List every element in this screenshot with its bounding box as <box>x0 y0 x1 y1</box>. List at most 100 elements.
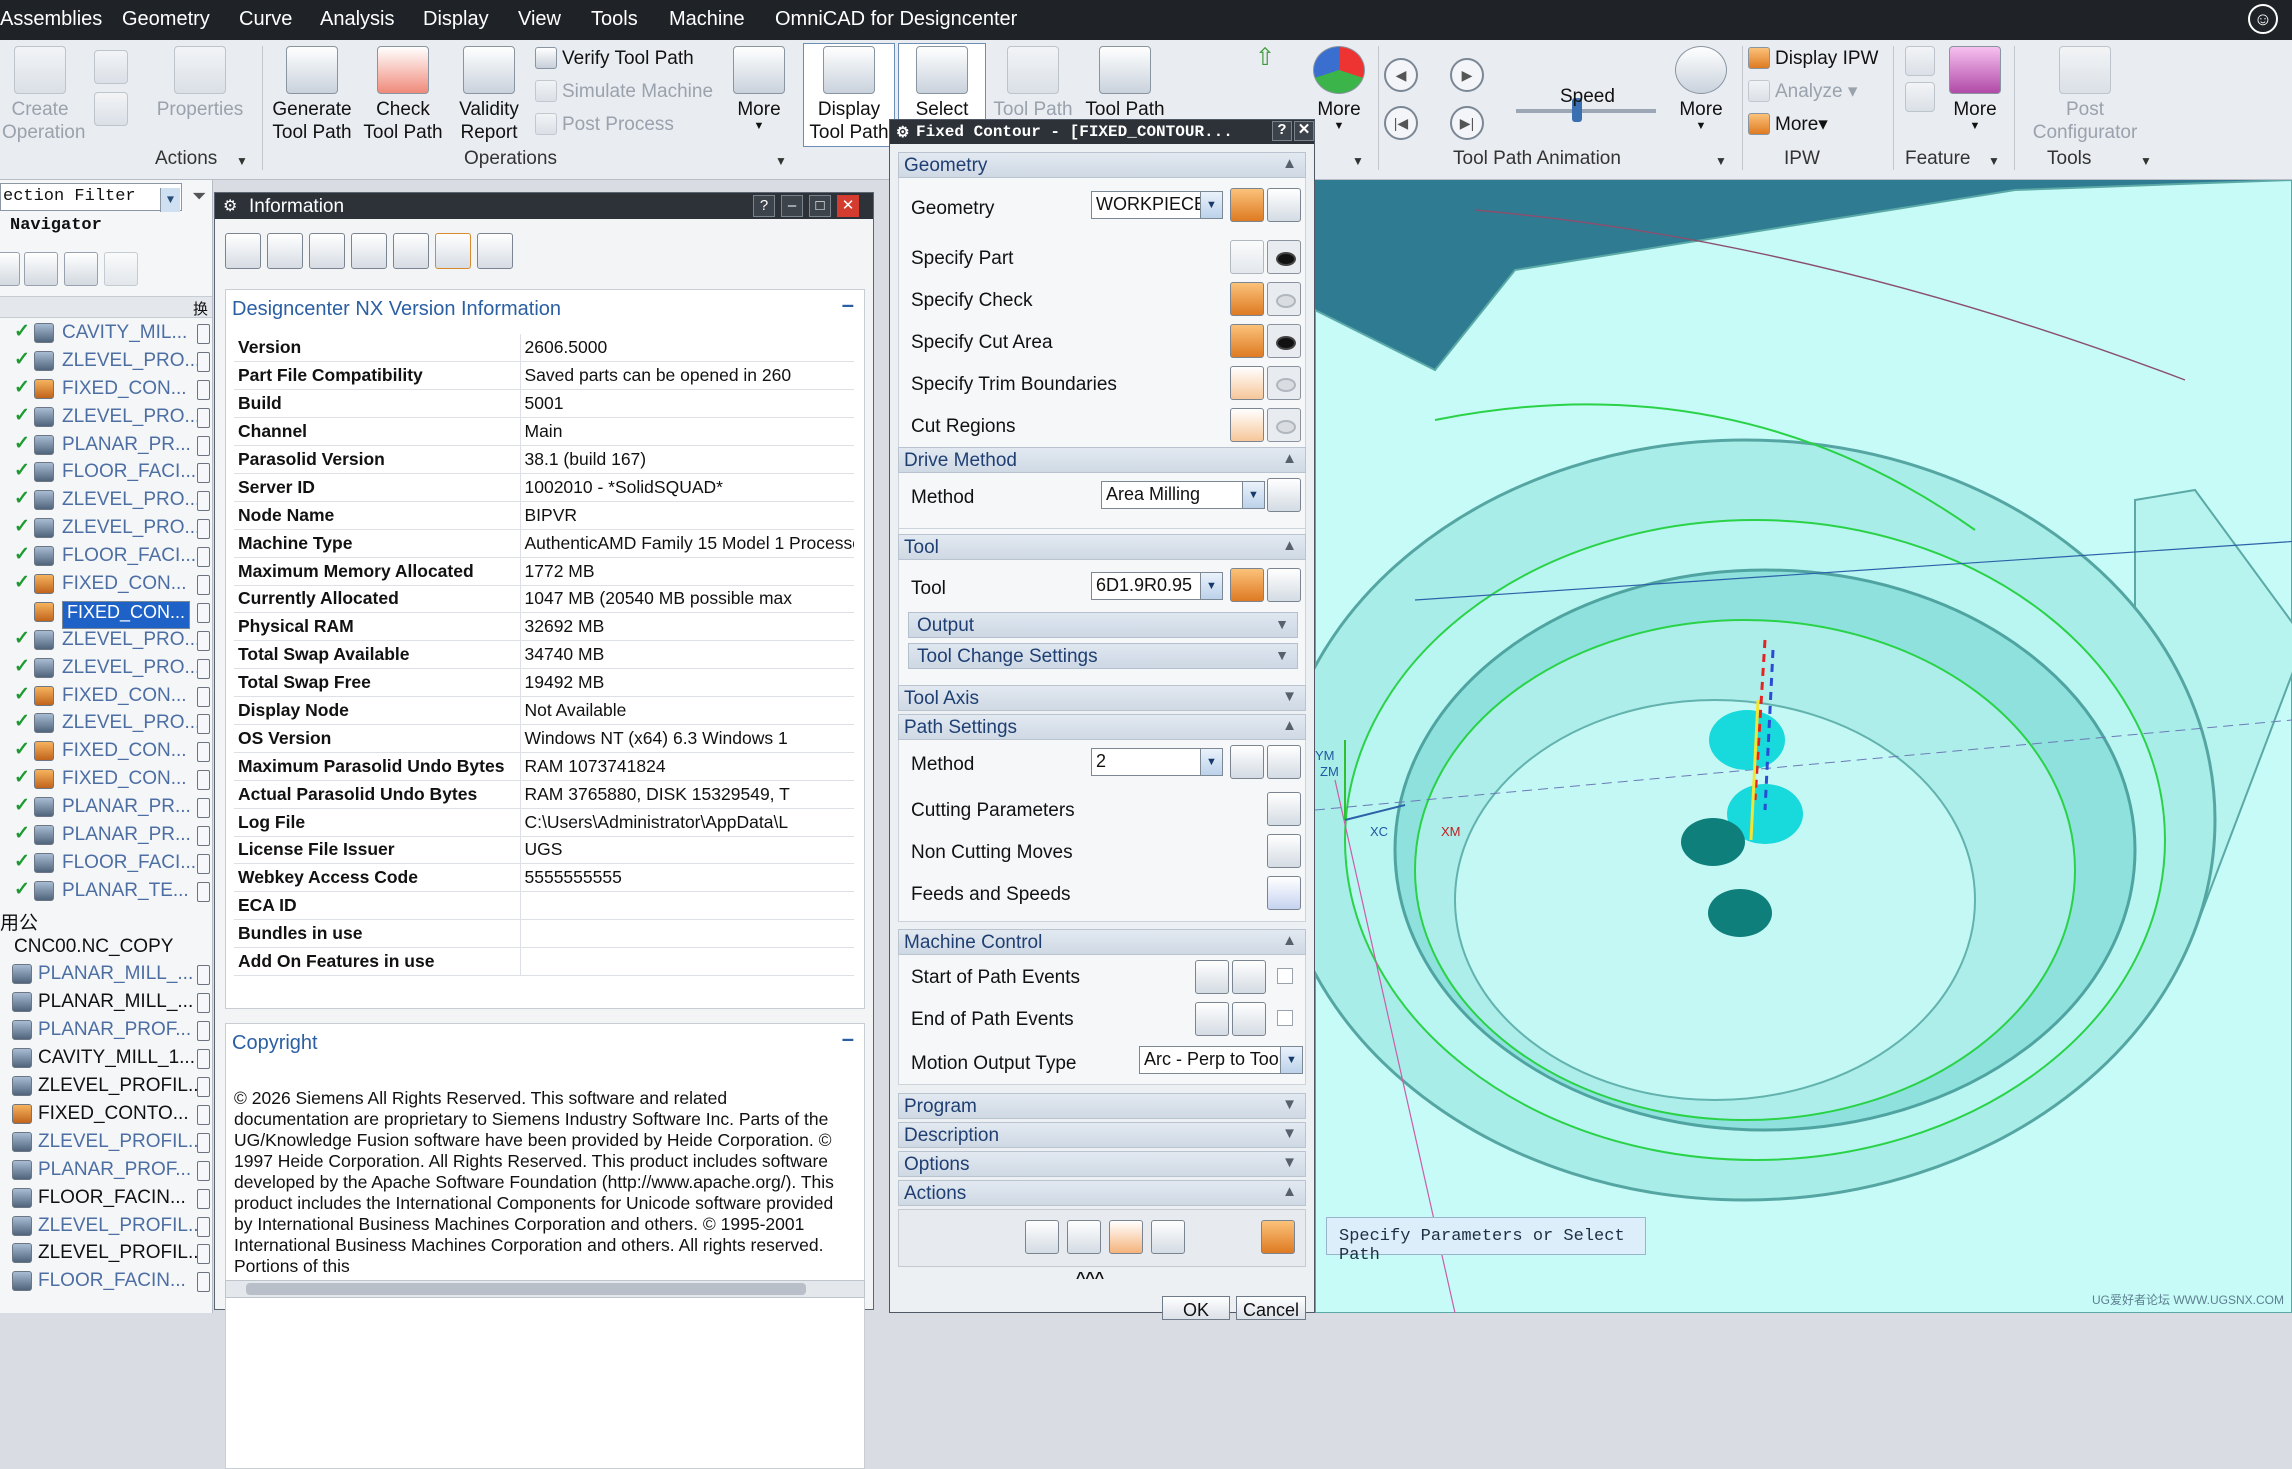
nav-tool-icon[interactable] <box>0 252 20 286</box>
step-back-icon[interactable]: |◀ <box>1384 106 1418 140</box>
tools-group-expand-icon[interactable]: ▼ <box>2140 154 2152 168</box>
menu-analysis[interactable]: Analysis <box>320 8 394 31</box>
display-tool-path-button[interactable]: Display Tool Path <box>803 46 895 144</box>
specify-check-icon[interactable] <box>1230 282 1264 316</box>
tree-row[interactable]: ✓ ZLEVEL_PRO... <box>0 654 212 682</box>
display-check-eye-icon[interactable] <box>1267 282 1301 316</box>
tree-row[interactable]: PLANAR_PROF... <box>0 1156 212 1184</box>
properties-button[interactable]: Properties <box>150 46 250 121</box>
check-tool-path-button[interactable]: Check Tool Path <box>360 46 446 144</box>
more-ipw-button[interactable]: More▾ <box>1748 113 1828 136</box>
start-events-wrench-icon[interactable] <box>1232 960 1266 994</box>
post-configurator-button[interactable]: Post Configurator <box>2020 46 2150 144</box>
tree-row[interactable]: FIXED_CON... <box>0 598 212 629</box>
more-animation-button[interactable]: More ▼ <box>1670 46 1732 132</box>
speed-slider-track[interactable] <box>1516 109 1656 113</box>
part-model-graphic[interactable]: YM ZM XC XM <box>1315 180 2292 1313</box>
tree-row[interactable]: ZLEVEL_PROFIL... <box>0 1212 212 1240</box>
display-regions-eye-icon[interactable] <box>1267 408 1301 442</box>
tree-row[interactable]: ✓ FIXED_CON... <box>0 737 212 765</box>
collapse-copyright-icon[interactable]: – <box>842 1026 854 1052</box>
list-icon[interactable] <box>1151 1220 1185 1254</box>
tool-axis-group-header[interactable]: Tool Axis ▼ <box>898 685 1306 711</box>
tree-row[interactable]: FIXED_CONTO... <box>0 1100 212 1128</box>
feeds-speeds-icon[interactable] <box>1267 876 1301 910</box>
menu-curve[interactable]: Curve <box>239 8 292 31</box>
more-operations-button[interactable]: More ▼ <box>730 46 788 132</box>
tool-path-disabled-button[interactable]: Tool Path <box>990 46 1076 121</box>
tree-row[interactable]: ZLEVEL_PROFIL... <box>0 1239 212 1267</box>
drive-method-select[interactable]: Area Milling ▼ <box>1101 481 1265 509</box>
feature-group-expand-icon[interactable]: ▼ <box>1988 154 2000 168</box>
description-group-header[interactable]: Description ▼ <box>898 1122 1306 1148</box>
display-group-expand-icon[interactable]: ▼ <box>1352 154 1364 168</box>
actions-group-header[interactable]: Actions ▲ <box>898 1180 1306 1206</box>
more-feature-button[interactable]: More ▼ <box>1944 46 2006 132</box>
operation-tools-button[interactable] <box>90 50 132 130</box>
dialog-close-button[interactable]: ✕ <box>1294 121 1314 141</box>
tree-row[interactable]: ✓ FIXED_CON... <box>0 682 212 710</box>
tree-row[interactable]: ZLEVEL_PROFIL... <box>0 1072 212 1100</box>
tool-path-button[interactable]: Tool Path <box>1080 46 1170 121</box>
output-subgroup-header[interactable]: Output ▼ <box>908 612 1298 638</box>
menu-geometry[interactable]: Geometry <box>122 8 210 31</box>
post-process-button[interactable]: Post Process <box>535 113 674 136</box>
end-events-checkbox[interactable] <box>1277 1010 1293 1026</box>
non-cutting-moves-icon[interactable] <box>1267 834 1301 868</box>
start-events-checkbox[interactable] <box>1277 968 1293 984</box>
display-ipw-button[interactable]: Display IPW <box>1748 47 1878 70</box>
tree-row[interactable]: ✓ ZLEVEL_PRO... <box>0 709 212 737</box>
tree-row[interactable]: ✓ ZLEVEL_PRO... <box>0 403 212 431</box>
geometry-group-header[interactable]: Geometry ▲ <box>898 152 1306 178</box>
scrollbar-thumb[interactable] <box>246 1283 806 1295</box>
feature-tools-button[interactable] <box>1900 46 1940 116</box>
maximize-button[interactable]: □ <box>809 195 831 217</box>
generate-tool-path-button[interactable]: Generate Tool Path <box>268 46 356 144</box>
machine-control-group-header[interactable]: Machine Control ▲ <box>898 929 1306 955</box>
menu-omnicad[interactable]: OmniCAD for Designcenter <box>775 8 1017 31</box>
tree-row[interactable]: CAVITY_MILL_1... <box>0 1044 212 1072</box>
path-settings-group-header[interactable]: Path Settings ▲ <box>898 714 1306 740</box>
replay-icon[interactable] <box>1067 1220 1101 1254</box>
information-hscrollbar[interactable] <box>225 1280 865 1298</box>
tree-row[interactable]: ✓ CAVITY_MIL... <box>0 319 212 347</box>
analyze-button[interactable]: Analyze ▾ <box>1748 80 1857 103</box>
tree-row[interactable]: CNC00.NC_COPY <box>0 933 212 961</box>
report-icon[interactable] <box>435 233 471 269</box>
start-events-list-icon[interactable] <box>1195 960 1229 994</box>
nav-remove-icon[interactable] <box>104 252 138 286</box>
dialog-titlebar[interactable]: ⚙ Fixed Contour - [FIXED_CONTOUR... ? ✕ <box>890 120 1314 144</box>
menu-tools[interactable]: Tools <box>591 8 638 31</box>
tree-row[interactable]: ✓ PLANAR_TE... <box>0 877 212 905</box>
tool-group-header[interactable]: Tool ▲ <box>898 534 1306 560</box>
tool-change-subgroup-header[interactable]: Tool Change Settings ▼ <box>908 643 1298 669</box>
menu-view[interactable]: View <box>518 8 561 31</box>
actions-group-expand-icon[interactable]: ▼ <box>236 154 248 168</box>
tree-row[interactable]: ✓ FIXED_CON... <box>0 375 212 403</box>
program-group-header[interactable]: Program ▼ <box>898 1093 1306 1119</box>
tree-row[interactable]: ✓ FLOOR_FACI... <box>0 458 212 486</box>
tree-row[interactable]: FLOOR_FACIN... <box>0 1267 212 1295</box>
dialog-help-button[interactable]: ? <box>1272 121 1292 141</box>
end-events-list-icon[interactable] <box>1195 1002 1229 1036</box>
path-method-select[interactable]: 2 ▼ <box>1091 748 1223 776</box>
filter-funnel-icon[interactable]: ⏷ <box>192 186 206 207</box>
animation-group-expand-icon[interactable]: ▼ <box>1715 154 1727 168</box>
tree-row[interactable]: ZLEVEL_PROFIL... <box>0 1128 212 1156</box>
feedback-smiley-icon[interactable]: ☺ <box>2248 4 2278 34</box>
copy-icon[interactable] <box>309 233 345 269</box>
menu-assemblies[interactable]: Assemblies <box>0 8 102 31</box>
nav-program-view-icon[interactable] <box>24 252 58 286</box>
new-tool-icon[interactable] <box>1230 568 1264 602</box>
verify-icon[interactable] <box>1109 1220 1143 1254</box>
operations-group-expand-icon[interactable]: ▼ <box>775 154 787 168</box>
specify-trim-icon[interactable] <box>1230 366 1264 400</box>
display-cut-area-eye-icon[interactable] <box>1267 324 1301 358</box>
cut-regions-icon[interactable] <box>1230 408 1264 442</box>
end-events-wrench-icon[interactable] <box>1232 1002 1266 1036</box>
specify-part-icon[interactable] <box>1230 240 1264 274</box>
simulate-machine-button[interactable]: Simulate Machine <box>535 80 713 103</box>
add-action-icon[interactable] <box>1261 1220 1295 1254</box>
collapse-all-icon[interactable] <box>477 233 513 269</box>
play-icon[interactable]: ▶ <box>1450 58 1484 92</box>
